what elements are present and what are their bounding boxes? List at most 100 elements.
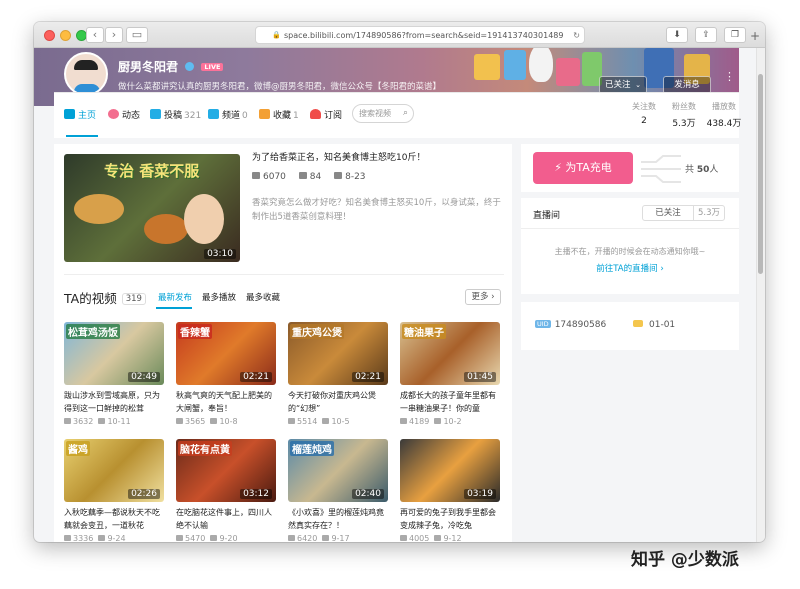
video-meta: 3336 9-24: [64, 534, 126, 542]
reload-icon[interactable]: ↻: [573, 27, 580, 43]
video-duration: 02:21: [240, 372, 272, 382]
tab-favorites[interactable]: 收藏 1: [259, 108, 299, 121]
download-button[interactable]: ⬇: [666, 27, 688, 43]
clock-icon: [98, 535, 106, 541]
video-meta: 4005 9-12: [400, 534, 462, 542]
video-thumbnail[interactable]: 榴莲炖鸡 02:40: [288, 439, 388, 502]
cover-caption: 糖油果子: [402, 324, 446, 339]
featured-video-title[interactable]: 为了给香菜正名，知名美食博主怒吃10斤！: [252, 150, 425, 163]
video-card[interactable]: 香辣蟹 02:21 秋高气爽的天气配上肥美的大闸蟹，奉旨！ 3565 10-8: [176, 322, 276, 432]
dynamic-icon: [108, 109, 119, 119]
sort-most-favorited-tab[interactable]: 最多收藏: [246, 291, 280, 303]
active-sort-indicator: [156, 307, 192, 309]
cover-caption: 酱鸡: [66, 441, 90, 456]
video-card[interactable]: 脑花有点黄 03:12 在吃脑花这件事上，四川人绝不认输 5470 9-20: [176, 439, 276, 542]
video-title[interactable]: 再可爱的兔子到我手里都会变成辣子兔，冷吃兔: [400, 506, 500, 532]
video-title[interactable]: 成都长大的孩子童年里都有一串糖油果子！你的童: [400, 389, 500, 415]
video-meta: 5470 9-20: [176, 534, 238, 542]
divider: [64, 274, 504, 275]
chevron-right-icon: ›: [111, 28, 117, 41]
video-title[interactable]: 今天打破你对重庆鸡公煲的“幻想”: [288, 389, 388, 415]
featured-video-thumbnail[interactable]: 专治 香菜不服 03:10: [64, 154, 240, 262]
back-button[interactable]: ‹: [86, 27, 104, 43]
video-card[interactable]: 重庆鸡公煲 02:21 今天打破你对重庆鸡公煲的“幻想” 5514 10-5: [288, 322, 388, 432]
tab-dynamic[interactable]: 动态: [108, 108, 140, 121]
video-meta: 6420 9-17: [288, 534, 350, 542]
sidebar-toggle-button[interactable]: ▭: [126, 27, 148, 43]
scrollbar-thumb[interactable]: [758, 74, 763, 274]
video-title[interactable]: 在吃脑花这件事上，四川人绝不认输: [176, 506, 276, 532]
search-icon[interactable]: ⌕: [403, 105, 408, 122]
video-card[interactable]: 松茸鸡汤饭 02:49 跋山涉水到雪域高原，只为得到这一口鲜掉的松茸 3632 …: [64, 322, 164, 432]
sort-newest-tab[interactable]: 最新发布: [158, 291, 192, 303]
tabs-icon: ❐: [730, 30, 740, 40]
video-title[interactable]: 《小欢喜》里的榴莲炖鸡竟然真实存在？！: [288, 506, 388, 532]
play-count-icon: [400, 418, 407, 424]
tab-home[interactable]: 主页: [64, 108, 96, 121]
channel-icon: [208, 109, 219, 119]
chevron-right-icon: ›: [660, 264, 664, 274]
sort-most-played-tab[interactable]: 最多播放: [202, 291, 236, 303]
gift-decoration: [504, 50, 526, 80]
space-search-input[interactable]: 搜索视频 ⌕: [352, 104, 414, 123]
go-to-live-room-link[interactable]: 前往TA的直播间 ›: [521, 262, 739, 274]
minimize-window-button[interactable]: [60, 30, 71, 41]
browser-titlebar: ‹ › ▭ 🔒 space.bilibili.com/174890586?fro…: [34, 22, 765, 48]
video-meta: 3632 10-11: [64, 417, 131, 426]
video-thumbnail[interactable]: 03:19: [400, 439, 500, 502]
video-duration: 03:12: [240, 489, 272, 499]
video-card[interactable]: 酱鸡 02:26 入秋吃藕季—都说秋天不吃藕就会变丑，一道秋花 3336 9-2…: [64, 439, 164, 542]
heart-icon: [310, 109, 321, 119]
close-window-button[interactable]: [44, 30, 55, 41]
video-thumbnail[interactable]: 脑花有点黄 03:12: [176, 439, 276, 502]
video-card[interactable]: 糖油果子 01:45 成都长大的孩子童年里都有一串糖油果子！你的童 4189 1…: [400, 322, 500, 432]
tab-uploads[interactable]: 投稿 321: [150, 108, 201, 121]
charge-count: 共 50人: [685, 165, 719, 175]
live-room-title: 直播间: [533, 211, 561, 221]
play-count-icon: [400, 535, 407, 541]
more-options-icon[interactable]: ⋮: [724, 71, 735, 82]
video-card[interactable]: 03:19 再可爱的兔子到我手里都会变成辣子兔，冷吃兔 4005 9-12: [400, 439, 500, 542]
video-duration: 03:19: [464, 489, 496, 499]
clock-icon: [210, 418, 218, 424]
birthday-info: 01-01: [633, 320, 675, 330]
play-count-icon: [64, 535, 71, 541]
share-button[interactable]: ⇪: [695, 27, 717, 43]
user-info-panel: UID 174890586 01-01: [521, 302, 739, 350]
clock-icon: [98, 418, 106, 424]
clock-icon: [434, 418, 442, 424]
forward-button[interactable]: ›: [105, 27, 123, 43]
more-videos-button[interactable]: 更多 ›: [465, 289, 501, 305]
video-thumbnail[interactable]: 重庆鸡公煲 02:21: [288, 322, 388, 385]
video-card[interactable]: 榴莲炖鸡 02:40 《小欢喜》里的榴莲炖鸡竟然真实存在？！ 6420 9-17: [288, 439, 388, 542]
live-badge[interactable]: LIVE: [201, 63, 224, 71]
featured-video-meta: 6070 84 8-23: [252, 172, 366, 182]
video-title[interactable]: 入秋吃藕季—都说秋天不吃藕就会变丑，一道秋花: [64, 506, 164, 532]
address-bar[interactable]: 🔒 space.bilibili.com/174890586?from=sear…: [255, 26, 585, 44]
tabs-overview-button[interactable]: ❐: [724, 27, 746, 43]
new-tab-button[interactable]: +: [750, 29, 760, 43]
charge-button[interactable]: ⚡ 为TA充电: [533, 152, 633, 184]
video-thumbnail[interactable]: 酱鸡 02:26: [64, 439, 164, 502]
circuit-decoration: [641, 155, 681, 183]
video-thumbnail[interactable]: 糖油果子 01:45: [400, 322, 500, 385]
tab-subscriptions[interactable]: 订阅: [310, 108, 342, 121]
video-duration: 02:21: [352, 372, 384, 382]
live-follow-button[interactable]: 已关注: [642, 205, 694, 221]
lock-icon: 🔒: [272, 31, 281, 39]
play-count-icon: [64, 418, 71, 424]
video-duration: 01:45: [464, 372, 496, 382]
address-text: space.bilibili.com/174890586?from=search…: [284, 31, 564, 40]
live-room-panel: 直播间 已关注 5.3万 主播不在，开播的时候会在动态通知你哦~ 前往TA的直播…: [521, 198, 739, 294]
cover-caption: 榴莲炖鸡: [290, 441, 334, 456]
video-thumbnail[interactable]: 松茸鸡汤饭 02:49: [64, 322, 164, 385]
stat-following[interactable]: 关注数 2: [622, 101, 666, 126]
tab-channels[interactable]: 频道 0: [208, 108, 248, 121]
stat-fans[interactable]: 粉丝数 5.3万: [662, 101, 706, 129]
video-title[interactable]: 跋山涉水到雪域高原，只为得到这一口鲜掉的松茸: [64, 389, 164, 415]
video-title[interactable]: 秋高气爽的天气配上肥美的大闸蟹，奉旨！: [176, 389, 276, 415]
video-thumbnail[interactable]: 香辣蟹 02:21: [176, 322, 276, 385]
lightning-icon: ⚡: [554, 161, 562, 174]
avatar[interactable]: [64, 52, 108, 96]
play-count-icon: [288, 418, 295, 424]
